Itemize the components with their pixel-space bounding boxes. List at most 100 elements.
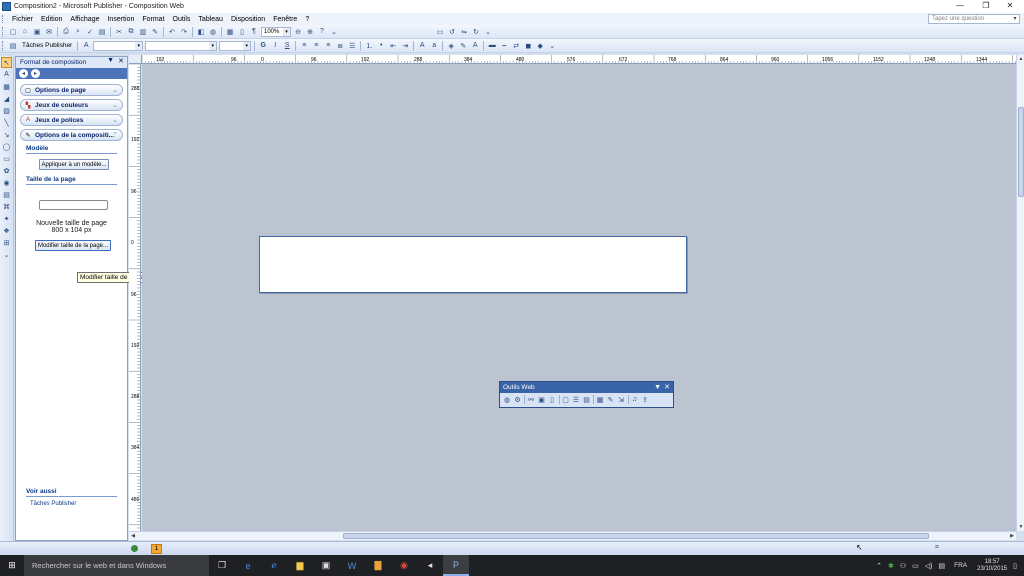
rotate-left-icon[interactable]: ↺ — [447, 26, 458, 37]
autoshapes-icon[interactable]: ✿ — [1, 165, 12, 176]
navigation-bar-icon[interactable]: ☰ — [571, 394, 581, 405]
hot-spot-icon[interactable]: ◉ — [1, 177, 12, 188]
research-icon[interactable]: ▤ — [97, 26, 108, 37]
internet-explorer-icon[interactable]: ℯ — [261, 555, 287, 576]
styles-icon[interactable]: A — [81, 40, 92, 51]
network-app-icon[interactable]: ✱ — [888, 562, 894, 570]
section-color-schemes[interactable]: ▚ Jeux de couleurs ⌄ — [20, 99, 123, 111]
fill-color-icon[interactable]: ◈ — [446, 40, 457, 51]
menu-help[interactable]: ? — [301, 16, 313, 23]
battery-icon[interactable]: ▭ — [912, 562, 919, 570]
publisher-app-icon[interactable] — [2, 2, 11, 11]
wrap-text-icon[interactable]: ▭ — [435, 26, 446, 37]
format-painter-icon[interactable]: ✎ — [150, 26, 161, 37]
see-also-tasks-link[interactable]: Tâches Publisher — [30, 501, 76, 507]
hot-spot-tool-icon[interactable]: ▣ — [537, 394, 547, 405]
redo-icon[interactable]: ↷ — [179, 26, 190, 37]
menu-fenetre[interactable]: Fenêtre — [269, 16, 301, 23]
vertical-scroll-thumb[interactable] — [1018, 107, 1024, 197]
form-icon[interactable]: ▤ — [582, 394, 592, 405]
toolbar-grip[interactable] — [2, 26, 5, 37]
task-view-icon[interactable]: ❐ — [209, 555, 235, 576]
menu-tableau[interactable]: Tableau — [194, 16, 227, 23]
picture-toolbar-options-icon[interactable]: ⌄ — [483, 26, 494, 37]
formatting-options-icon[interactable]: ⌄ — [547, 40, 558, 51]
distribute-icon[interactable]: ☰ — [347, 40, 358, 51]
html-fragment-icon[interactable]: ⌘ — [1, 201, 12, 212]
undo-icon[interactable]: ↶ — [167, 26, 178, 37]
section-font-schemes[interactable]: A Jeux de polices ⌄ — [20, 114, 123, 126]
paste-icon[interactable]: ▥ — [138, 26, 149, 37]
back-icon[interactable]: ◂ — [19, 69, 28, 78]
insert-table-tool-icon[interactable]: ▦ — [1, 81, 12, 92]
chevron-down-icon[interactable]: ⌄ — [112, 101, 118, 109]
zoom-out-icon[interactable]: ⊖ — [293, 26, 304, 37]
web-publish-icon[interactable]: ⇪ — [640, 394, 650, 405]
edge-icon[interactable]: e — [235, 555, 261, 576]
tasks-publisher-label[interactable]: Tâches Publisher — [19, 42, 75, 49]
horizontal-scrollbar[interactable]: ◀ ▶ — [129, 531, 1016, 540]
rotate-right-icon[interactable]: ↻ — [471, 26, 482, 37]
windows-start-icon[interactable]: ⊞ — [0, 555, 24, 576]
building-blocks-icon[interactable]: ⊞ — [1, 237, 12, 248]
html-code-icon[interactable]: ▦ — [595, 394, 605, 405]
horizontal-ruler[interactable]: 192 96 0 96 192 288 384 480 576 672 768 … — [142, 55, 1016, 64]
app-icon[interactable]: ◂ — [417, 555, 443, 576]
web-tools-title-bar[interactable]: Outils Web ▼ ✕ — [500, 382, 673, 393]
align-right-icon[interactable]: ≡ — [323, 40, 334, 51]
section-publication-options[interactable]: ✎ Options de la compositi... ⌃ — [20, 129, 123, 141]
web-toolbar-pen-icon[interactable]: ✎ — [606, 394, 616, 405]
copy-icon[interactable]: ⧉ — [126, 26, 137, 37]
select-objects-icon[interactable]: ↖ — [1, 57, 12, 68]
web-site-options-icon[interactable]: ⚙ — [513, 394, 523, 405]
form-control-icon[interactable]: ▤ — [1, 189, 12, 200]
publisher-taskbar-icon[interactable]: P — [443, 555, 469, 576]
toolbar-options-icon[interactable]: ⌄ — [329, 26, 340, 37]
arrow-style-icon[interactable]: ⇄ — [511, 40, 522, 51]
zoom-select[interactable]: 100% ▾ — [261, 26, 291, 37]
volume-icon[interactable]: ◁) — [925, 562, 933, 570]
publication-page[interactable] — [259, 236, 687, 293]
page-navigator[interactable]: 1 — [151, 544, 162, 554]
store-icon[interactable]: ▣ — [313, 555, 339, 576]
publication-canvas[interactable] — [142, 64, 1016, 531]
people-icon[interactable]: ⚇ — [900, 562, 906, 570]
cut-icon[interactable]: ✂ — [114, 26, 125, 37]
task-pane-close-icon[interactable]: ✕ — [118, 57, 124, 65]
style-select[interactable]: ▾ — [93, 40, 144, 51]
email-icon[interactable]: ✉ — [44, 26, 55, 37]
arrange-icon[interactable]: ◧ — [196, 26, 207, 37]
insert-hyperlink-icon[interactable]: ⚯ — [526, 394, 536, 405]
font-select[interactable]: ▾ — [145, 40, 218, 51]
more-tools-icon[interactable]: ⌄ — [1, 249, 12, 260]
background-icon[interactable]: ▯ — [547, 394, 557, 405]
insert-page-icon[interactable]: ▢ — [561, 394, 571, 405]
menu-format[interactable]: Format — [138, 16, 168, 23]
web-page-icon[interactable] — [131, 545, 138, 552]
horizontal-scroll-thumb[interactable] — [343, 533, 929, 539]
arrow-tool-icon[interactable]: ↘ — [1, 129, 12, 140]
folder-icon[interactable]: ▇ — [365, 555, 391, 576]
web-tools-options-icon[interactable]: ▼ — [654, 382, 661, 393]
chevron-down-icon[interactable]: ⌄ — [112, 86, 118, 94]
menu-fichier[interactable]: Fichier — [8, 16, 37, 23]
web-tools-close-icon[interactable]: ✕ — [664, 382, 670, 393]
action-center-icon[interactable]: ▯ — [1013, 562, 1017, 570]
notification-message-icon[interactable]: ▤ — [938, 562, 945, 570]
line-style-icon[interactable]: ▬ — [487, 40, 498, 51]
clipart-icon[interactable]: ✦ — [1, 213, 12, 224]
decrease-indent-icon[interactable]: ⇤ — [388, 40, 399, 51]
close-button[interactable]: ✕ — [998, 0, 1022, 13]
menu-insertion[interactable]: Insertion — [103, 16, 138, 23]
font-size-select[interactable]: ▾ — [219, 40, 252, 51]
numbering-icon[interactable]: ⒈ — [364, 40, 375, 51]
columns-icon[interactable]: ▯ — [237, 26, 248, 37]
insert-table-icon[interactable]: ▦ — [225, 26, 236, 37]
bullets-icon[interactable]: • — [376, 40, 387, 51]
help-dropdown-icon[interactable]: ▾ — [1011, 15, 1019, 24]
underline-button[interactable]: S — [282, 40, 293, 51]
ruler-corner[interactable] — [129, 55, 142, 64]
show-hidden-icons-icon[interactable]: ⌃ — [876, 562, 882, 570]
save-icon[interactable]: ▣ — [32, 26, 43, 37]
multimedia-icon[interactable]: ♫ — [630, 394, 640, 405]
